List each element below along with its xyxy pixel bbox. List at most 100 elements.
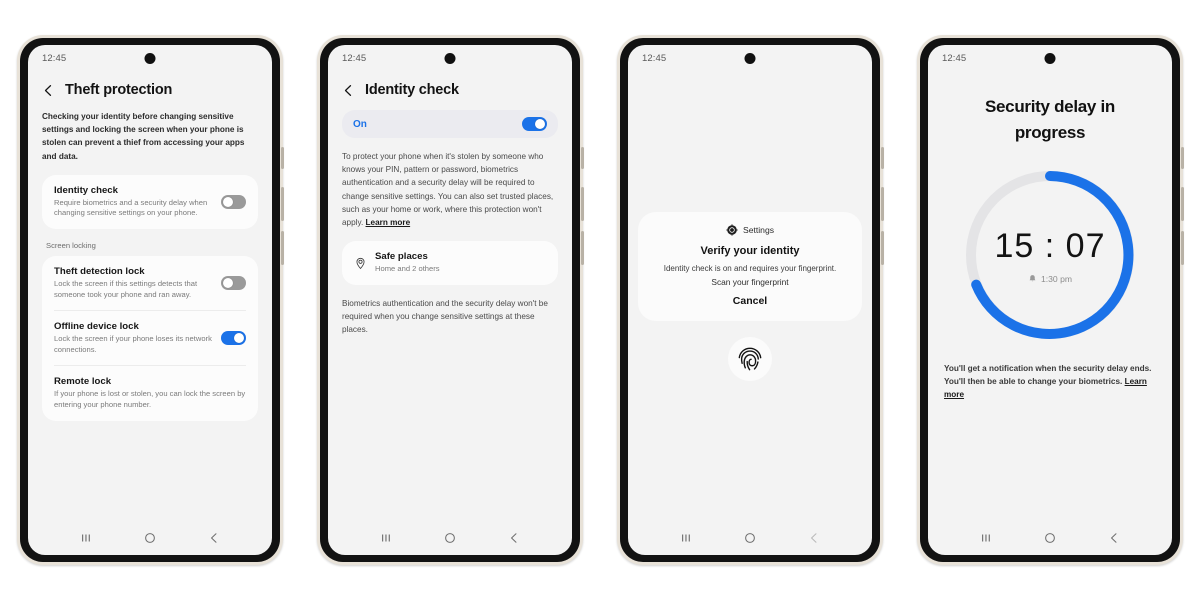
phone-device-identity-check: 12:45 Identity check On To protect your … bbox=[317, 35, 584, 565]
toggle-offline-device-lock[interactable] bbox=[221, 331, 246, 346]
back-arrow-icon[interactable] bbox=[342, 84, 355, 97]
toggle-identity-check[interactable] bbox=[221, 194, 246, 209]
countdown-timer: 15 : 07 bbox=[994, 226, 1106, 265]
setting-subtitle: Require biometrics and a security delay … bbox=[54, 197, 208, 218]
cancel-button[interactable]: Cancel bbox=[652, 295, 848, 307]
side-button-volume-up[interactable] bbox=[581, 187, 584, 221]
setting-title: Offline device lock bbox=[54, 321, 139, 333]
side-button-volume-down[interactable] bbox=[581, 231, 584, 265]
alarm-time-row: 1:30 pm bbox=[1028, 274, 1072, 284]
status-bar: 12:45 bbox=[628, 45, 872, 72]
front-camera-punch-hole bbox=[1044, 53, 1056, 64]
settings-content: On To protect your phone when it's stole… bbox=[328, 110, 572, 521]
toggle-knob bbox=[223, 196, 233, 207]
side-button-volume-down[interactable] bbox=[281, 231, 284, 265]
footer-paragraph: Biometrics authentication and the securi… bbox=[342, 298, 548, 335]
prompt-description: Identity check is on and requires your f… bbox=[663, 263, 837, 273]
home-icon[interactable] bbox=[1043, 531, 1057, 545]
status-bar-clock: 12:45 bbox=[42, 53, 67, 64]
toggle-identity-check-master[interactable] bbox=[522, 117, 547, 131]
front-camera-punch-hole bbox=[144, 53, 156, 64]
back-icon[interactable] bbox=[507, 531, 521, 545]
phone-bezel: 12:45 Security delay in progress 15 : 07 bbox=[920, 38, 1180, 562]
settings-content: Checking your identity before changing s… bbox=[28, 110, 272, 521]
screen-locking-card: Theft detection lock Lock the screen if … bbox=[42, 256, 258, 421]
phone-device-security-delay: 12:45 Security delay in progress 15 : 07 bbox=[917, 35, 1184, 565]
back-arrow-icon[interactable] bbox=[42, 84, 55, 97]
setting-row-remote-lock[interactable]: Remote lock If your phone is lost or sto… bbox=[42, 366, 258, 420]
phone-bezel: 12:45 Settings Verify your identity Iden… bbox=[620, 38, 880, 562]
fingerprint-icon bbox=[738, 347, 762, 371]
alarm-time-label: 1:30 pm bbox=[1040, 273, 1073, 284]
description-paragraph: To protect your phone when it's stolen b… bbox=[342, 150, 558, 229]
ring-center-content: 15 : 07 1:30 pm bbox=[957, 162, 1143, 348]
back-icon[interactable] bbox=[807, 531, 821, 545]
setting-row-identity-check[interactable]: Identity check Require biometrics and a … bbox=[42, 175, 258, 229]
setting-subtitle: Home and 2 others bbox=[375, 264, 440, 274]
location-pin-icon bbox=[356, 257, 365, 269]
phone-device-theft-protection: 12:45 Theft protection Checking your ide… bbox=[17, 35, 284, 565]
recent-apps-icon[interactable] bbox=[679, 531, 693, 545]
toggle-theft-detection-lock[interactable] bbox=[221, 276, 246, 291]
setting-row-safe-places[interactable]: Safe places Home and 2 others bbox=[342, 241, 558, 285]
app-header: Theft protection bbox=[28, 72, 272, 110]
home-icon[interactable] bbox=[743, 531, 757, 545]
side-button-volume-up[interactable] bbox=[881, 187, 884, 221]
setting-subtitle: Lock the screen if this settings detects… bbox=[54, 279, 198, 299]
section-label-screen-locking: Screen locking bbox=[46, 241, 96, 250]
home-icon[interactable] bbox=[143, 531, 157, 545]
side-button-top[interactable] bbox=[281, 147, 284, 169]
app-header: Identity check bbox=[328, 72, 572, 110]
side-button-volume-up[interactable] bbox=[281, 187, 284, 221]
system-navigation-bar bbox=[328, 521, 572, 555]
phone-bezel: 12:45 Theft protection Checking your ide… bbox=[20, 38, 280, 562]
biometric-prompt-sheet: Settings Verify your identity Identity c… bbox=[638, 211, 862, 322]
back-icon[interactable] bbox=[207, 531, 221, 545]
recent-apps-icon[interactable] bbox=[79, 531, 93, 545]
security-delay-progress-ring: 15 : 07 1:30 pm bbox=[957, 162, 1143, 348]
side-button-top[interactable] bbox=[1181, 147, 1184, 169]
front-camera-punch-hole bbox=[744, 53, 756, 64]
page-title: Theft protection bbox=[65, 82, 173, 98]
side-button-volume-down[interactable] bbox=[1181, 231, 1184, 265]
security-delay-title: Security delay in progress bbox=[984, 97, 1115, 142]
phone-screen: 12:45 Settings Verify your identity Iden… bbox=[628, 45, 872, 555]
toggle-knob bbox=[234, 333, 244, 344]
bottom-spacer bbox=[928, 401, 1172, 521]
status-bar: 12:45 bbox=[328, 45, 572, 72]
setting-subtitle: If your phone is lost or stolen, you can… bbox=[54, 389, 246, 409]
footnote-text: You'll get a notification when the secur… bbox=[944, 364, 1152, 386]
setting-row-offline-device-lock[interactable]: Offline device lock Lock the screen if y… bbox=[42, 311, 258, 365]
status-bar-clock: 12:45 bbox=[342, 53, 367, 64]
phone-screen: 12:45 Identity check On To protect your … bbox=[328, 45, 572, 555]
setting-title: Safe places bbox=[375, 251, 428, 263]
back-icon[interactable] bbox=[1107, 531, 1121, 545]
bottom-spacer bbox=[628, 381, 872, 521]
prompt-scan-hint: Scan your fingerprint bbox=[711, 277, 789, 288]
prompt-title: Verify your identity bbox=[700, 244, 800, 257]
fingerprint-sensor-target[interactable] bbox=[728, 337, 772, 382]
identity-check-master-toggle-row[interactable]: On bbox=[342, 110, 558, 138]
side-button-top[interactable] bbox=[881, 147, 884, 169]
app-name-label: Settings bbox=[742, 224, 775, 235]
recent-apps-icon[interactable] bbox=[979, 531, 993, 545]
security-delay-footnote: You'll get a notification when the secur… bbox=[928, 348, 1172, 401]
phone-screen: 12:45 Security delay in progress 15 : 07 bbox=[928, 45, 1172, 555]
front-camera-punch-hole bbox=[444, 53, 456, 64]
toggle-knob bbox=[535, 119, 545, 129]
setting-row-theft-detection-lock[interactable]: Theft detection lock Lock the screen if … bbox=[42, 256, 258, 310]
side-button-volume-up[interactable] bbox=[1181, 187, 1184, 221]
recent-apps-icon[interactable] bbox=[379, 531, 393, 545]
safe-places-card: Safe places Home and 2 others bbox=[342, 241, 558, 285]
top-spacer bbox=[628, 72, 872, 212]
settings-gear-icon bbox=[726, 224, 738, 236]
learn-more-link[interactable]: Learn more bbox=[366, 218, 411, 227]
home-icon[interactable] bbox=[443, 531, 457, 545]
setting-title: Theft detection lock bbox=[54, 266, 145, 277]
screenshot-stage: 12:45 Theft protection Checking your ide… bbox=[0, 0, 1200, 600]
setting-title: Remote lock bbox=[54, 376, 112, 388]
page-title: Identity check bbox=[365, 82, 459, 98]
side-button-volume-down[interactable] bbox=[881, 231, 884, 265]
side-button-top[interactable] bbox=[581, 147, 584, 169]
intro-paragraph: Checking your identity before changing s… bbox=[42, 112, 245, 161]
